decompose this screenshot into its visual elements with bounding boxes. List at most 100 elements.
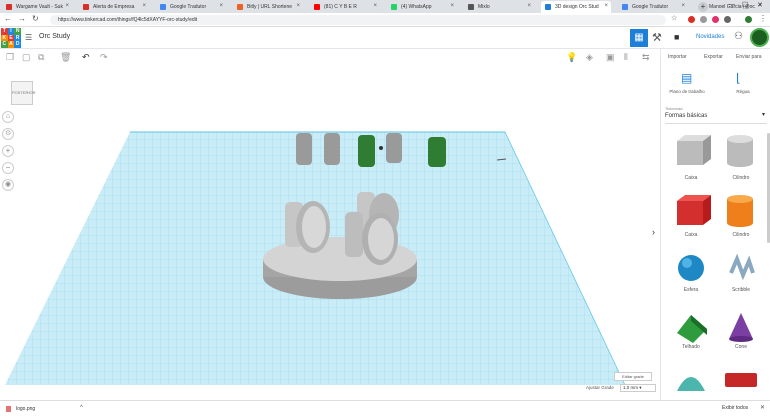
tab-label: Wargame Vault - Suk [16,4,63,10]
mirror-icon[interactable]: ⇆ [642,52,650,63]
roof-icon[interactable] [677,315,707,343]
browser-tab[interactable]: Google Tradutor × [618,1,688,13]
hammer-icon[interactable]: ⚒ [652,31,662,44]
cylinder-icon[interactable] [727,195,753,227]
align-icon[interactable]: ⫴ [624,52,628,63]
browser-tab[interactable]: Wargame Vault - Suk × [2,1,72,13]
ruler-icon[interactable]: ⌊ [736,71,741,85]
tab-close-icon[interactable]: × [296,3,300,9]
design-title[interactable]: Orc Study [39,33,70,40]
sphere-icon[interactable] [678,255,704,281]
forward-icon[interactable]: → [18,14,26,23]
chevron-up-icon[interactable]: ^ [80,405,83,411]
close-download-bar-icon[interactable]: ✕ [760,404,765,411]
duplicate-icon[interactable]: ⧉ [38,52,44,63]
browser-tab[interactable]: Google Tradutor × [156,1,226,13]
snap-grid-select[interactable]: 1,0 mm ▾ [620,384,656,392]
minimize-icon[interactable]: — [728,1,735,8]
workplane-icon[interactable]: ▤ [681,71,692,85]
tab-label: Mixlo [478,4,490,10]
download-file-name[interactable]: logo.png [16,406,35,412]
perspective-icon[interactable]: ◉ [2,179,14,191]
paste-icon[interactable]: ▢ [22,52,31,63]
shape-label[interactable]: Scribble [721,287,761,293]
library-select[interactable]: Tinkercad Formas básicas ▾ [665,104,767,124]
cone-icon[interactable] [729,313,753,342]
user-avatar[interactable] [750,28,769,47]
workplane-canvas[interactable] [0,67,660,400]
redo-icon[interactable]: ↷ [100,52,108,63]
logo-letter: R [14,34,21,42]
shape-label[interactable]: Cone [721,344,761,350]
close-window-icon[interactable]: ✕ [757,1,763,9]
instagram-extension-icon[interactable] [712,16,719,23]
tab-close-icon[interactable]: × [219,3,223,9]
tab-label: Bitly | URL Shortene [247,4,293,10]
browser-tab[interactable]: (81) C Y B E R × [310,1,380,13]
shape-label[interactable]: Caixa [671,232,711,238]
box-icon[interactable] [677,195,711,225]
shield-soldier-model[interactable] [285,201,330,253]
tab-close-icon[interactable]: × [65,3,69,9]
url-input[interactable]: https://www.tinkercad.com/things/fQ4lc5d… [50,15,666,25]
shape-label[interactable]: Cilindro [721,232,761,238]
browser-tab[interactable]: Bitly | URL Shortene × [233,1,303,13]
send-to-button[interactable]: Enviar para [736,54,762,60]
tab-close-icon[interactable]: × [450,3,454,9]
shape-label[interactable]: Caixa [671,175,711,181]
shape-icon[interactable]: ◈ [586,52,593,63]
tab-label: (81) C Y B E R [324,4,357,10]
extension-icon[interactable] [688,16,695,23]
news-link[interactable]: Novidades [696,34,724,40]
shape-label[interactable]: Telhado [671,344,711,350]
back-icon[interactable]: ← [4,14,12,23]
export-button[interactable]: Exportar [704,54,723,60]
tab-close-icon[interactable]: × [527,3,531,9]
tab-close-icon[interactable]: × [681,3,685,9]
edit-grid-button[interactable]: Editar grade [614,372,652,381]
copy-icon[interactable]: ❐ [6,52,14,63]
fit-view-icon[interactable]: ⊙ [2,128,14,140]
home-view-icon[interactable]: ⌂ [2,111,14,123]
show-all-downloads[interactable]: Exibir todos [722,405,748,411]
snap-grid-value: 1,0 mm [623,385,639,390]
half-cylinder-icon[interactable] [677,377,705,391]
box-striped-icon[interactable] [677,135,711,165]
user-add-icon[interactable]: ⚇ [734,31,743,42]
browser-tab[interactable]: Mixlo × [464,1,534,13]
zoom-in-icon[interactable]: + [2,145,14,157]
cylinder-striped-icon[interactable] [727,135,753,167]
app-header: TINKERCAD ☰ Orc Study ▦ ⚒ ■ Novidades ⚇ [0,27,770,49]
light-icon[interactable]: 💡 [566,52,577,63]
extension-icon[interactable] [724,16,731,23]
new-tab-button[interactable]: + [698,2,708,12]
maximize-icon[interactable]: ☐ [742,1,748,9]
tab-close-icon[interactable]: × [373,3,377,9]
tinkercad-logo[interactable]: TINKERCAD [1,28,21,48]
collapse-panel-icon[interactable]: › [652,227,655,237]
3d-view-icon[interactable]: ▦ [630,29,648,47]
star-icon[interactable]: ☆ [671,14,677,22]
extension-icon[interactable] [700,16,707,23]
browser-tab[interactable]: Alerta de Empresa × [79,1,149,13]
tab-close-icon[interactable]: × [142,3,146,9]
browser-tab[interactable]: (4) WhatsApp × [387,1,457,13]
group-icon[interactable]: ▣ [606,52,615,63]
text-shape-icon[interactable] [725,373,757,387]
browser-tab[interactable]: 3D design Orc Stud × [541,1,611,13]
delete-icon[interactable]: 🗑 [60,52,71,63]
zoom-out-icon[interactable]: − [2,162,14,174]
list-icon[interactable]: ☰ [25,33,32,42]
import-button[interactable]: Importar [668,54,687,60]
blocks-icon[interactable]: ■ [674,32,679,42]
menu-icon[interactable]: ⋮ [759,14,767,23]
shape-label[interactable]: Esfera [671,287,711,293]
scribble-icon[interactable] [729,253,755,281]
reload-icon[interactable]: ↻ [32,14,39,23]
shape-label[interactable]: Cilindro [721,175,761,181]
view-cube[interactable]: POSTERIOR [11,81,36,105]
undo-icon[interactable]: ↶ [82,52,90,63]
profile-avatar[interactable] [745,16,752,23]
tab-close-icon[interactable]: × [604,3,608,9]
3d-viewport[interactable]: POSTERIOR ⌂ ⊙ + − ◉ › Editar grade Ajust… [0,67,660,400]
